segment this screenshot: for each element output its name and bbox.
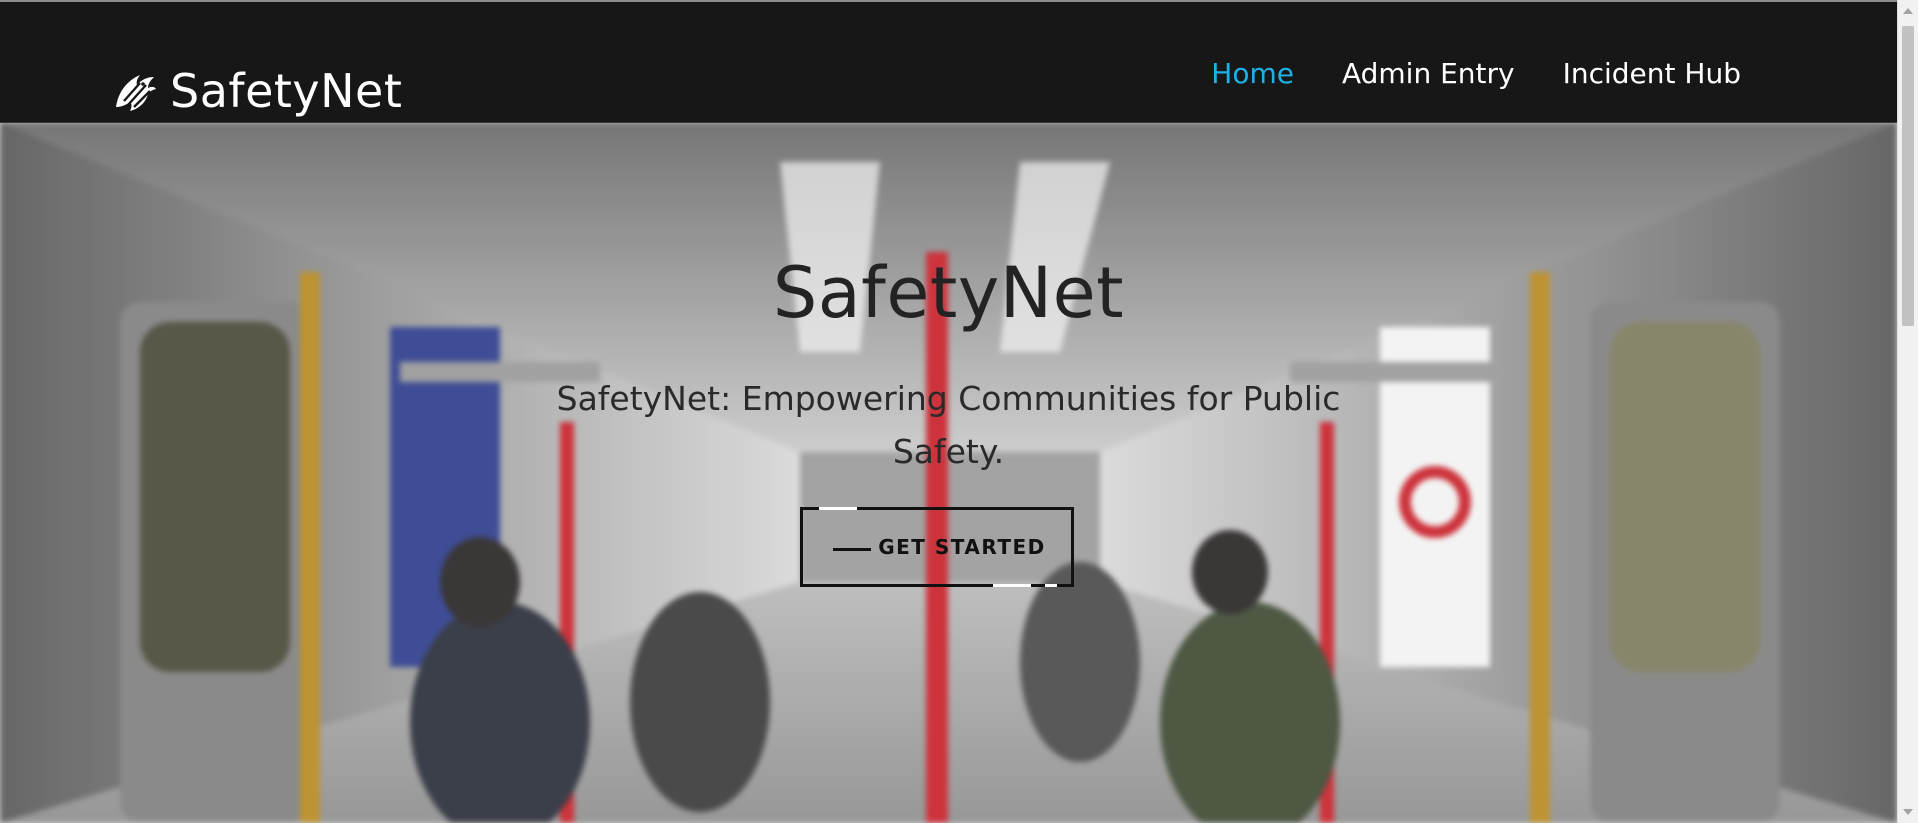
nav-item-home[interactable]: Home [1211,54,1294,94]
hero-section: SafetyNet SafetyNet: Empowering Communit… [0,122,1897,823]
dash-icon [833,548,871,551]
browser-viewport: SafetyNet Home Admin Entry Incident Hub [0,0,1897,823]
nav-item-admin-entry[interactable]: Admin Entry [1342,54,1515,94]
button-border-accent [819,507,857,510]
hero-subtitle: SafetyNet: Empowering Communities for Pu… [556,379,1341,471]
brand[interactable]: SafetyNet [110,66,402,116]
page-scrollbar[interactable] [1897,0,1918,823]
scroll-up-arrow-icon[interactable] [1903,8,1913,14]
hero-title: SafetyNet [772,252,1125,334]
scroll-down-arrow-icon[interactable] [1903,809,1913,815]
eagle-head-icon [116,75,156,111]
nav-item-incident-hub[interactable]: Incident Hub [1563,54,1741,94]
brand-name: SafetyNet [170,64,403,118]
get-started-button[interactable]: GET STARTED [800,507,1074,587]
get-started-label: GET STARTED [878,535,1046,559]
scroll-thumb[interactable] [1902,26,1914,326]
main-nav: Home Admin Entry Incident Hub [1211,54,1741,94]
hero-content: SafetyNet SafetyNet: Empowering Communit… [0,122,1897,823]
navbar: SafetyNet Home Admin Entry Incident Hub [0,2,1897,123]
button-border-accent [993,584,1031,587]
button-border-accent [1045,584,1057,587]
